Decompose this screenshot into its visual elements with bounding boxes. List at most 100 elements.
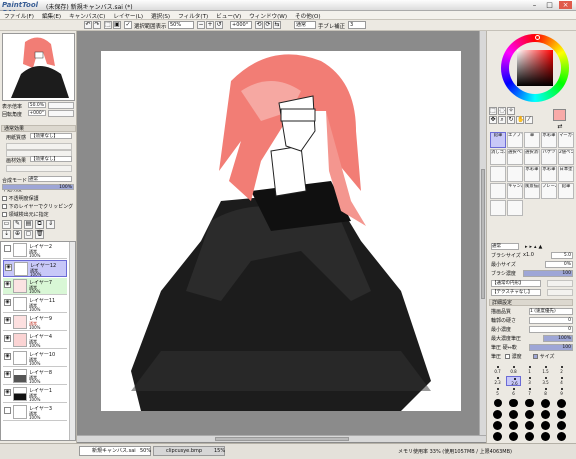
brush-min-field[interactable]: 0% (545, 261, 573, 268)
size-preset[interactable]: 7 (522, 387, 537, 397)
brush-texture-select[interactable]: 【テクスチャなし】 (491, 289, 541, 296)
size-preset[interactable]: 2.3 (490, 376, 505, 386)
ref-option[interactable]: 領域検出元に指定 (2, 211, 49, 218)
detail-header[interactable]: 詳細設定 (489, 299, 573, 306)
brush-mode-select[interactable]: 通常 (491, 243, 519, 250)
menu-filter[interactable]: フィルタ(T) (174, 11, 212, 20)
menu-layer[interactable]: レイヤー(L) (109, 11, 147, 20)
pressure-slider[interactable]: 100 (529, 344, 573, 351)
texture-scale-slider[interactable] (6, 143, 72, 150)
size-preset[interactable] (554, 398, 569, 408)
opacity-slider[interactable]: 100% (2, 184, 74, 190)
size-preset[interactable] (538, 409, 553, 419)
clip-option[interactable]: 下のレイヤーでクリッピング (2, 203, 73, 210)
tool-button[interactable]: 鉛筆 (490, 132, 506, 148)
size-preset[interactable] (506, 398, 521, 408)
stabilizer-select[interactable]: 3 (348, 21, 366, 29)
tool-button[interactable]: キャンパス (507, 183, 523, 199)
minimize-button[interactable]: – (528, 1, 541, 9)
tool-button[interactable]: 選択ペン (507, 149, 523, 165)
current-color-swatch[interactable] (553, 109, 566, 121)
undo-icon[interactable]: ↶ (84, 21, 92, 29)
visibility-toggle[interactable]: ◉ (5, 264, 12, 271)
size-preset[interactable] (506, 420, 521, 430)
brush-shape-icons[interactable]: ▸▸▴▲ (525, 244, 544, 250)
tool-button[interactable] (490, 183, 506, 199)
canvas-paper[interactable] (101, 51, 461, 411)
tool-button[interactable]: マーカー (558, 132, 574, 148)
clear-layer-icon[interactable]: ▢ (24, 230, 33, 239)
size-preset[interactable]: 9 (554, 387, 569, 397)
copy-layer-icon[interactable]: ⧉ (35, 220, 44, 229)
size-preset[interactable] (490, 409, 505, 419)
brush-size-field[interactable]: 5.0 (551, 252, 573, 259)
tool-button[interactable]: 水彩筆 (541, 166, 557, 182)
nav-zoom-buttons[interactable] (48, 102, 74, 109)
tool-button[interactable]: 日本塗 (558, 166, 574, 182)
visibility-toggle[interactable] (4, 245, 11, 252)
size-preset[interactable] (490, 398, 505, 408)
menu-edit[interactable]: 編集(E) (38, 11, 65, 20)
size-preset[interactable] (554, 431, 569, 441)
move-icon[interactable]: ✥ (489, 116, 497, 124)
zoom-select[interactable]: 50% (168, 21, 194, 29)
rotation-select[interactable]: +000° (230, 21, 252, 29)
tool-button[interactable]: 筆 (524, 132, 540, 148)
size-preset[interactable]: 0.8 (506, 365, 521, 375)
menu-view[interactable]: ビュー(V) (212, 11, 245, 20)
layer-row[interactable]: ◉ レイヤー4 通常 100% (3, 332, 67, 349)
size-preset[interactable] (554, 420, 569, 430)
layer-row[interactable]: レイヤー3 通常 100% (3, 404, 67, 421)
quality-select[interactable]: 1 (速度優先) (529, 308, 573, 315)
redo-icon[interactable]: ↷ (93, 21, 101, 29)
visibility-toggle[interactable]: ◉ (4, 281, 11, 288)
tool-button[interactable]: 鉛筆 (558, 183, 574, 199)
tool-button[interactable]: 水彩筆 (541, 132, 557, 148)
tool-button[interactable] (507, 166, 523, 182)
wand-icon[interactable]: ✧ (507, 107, 515, 115)
size-preset[interactable] (538, 398, 553, 408)
tool-button[interactable]: バケツ (541, 149, 557, 165)
brush-shape-select[interactable]: 【通常の円形】 (491, 280, 541, 287)
visibility-toggle[interactable]: ◉ (4, 371, 11, 378)
transfer-icon[interactable]: ⇣ (2, 230, 11, 239)
menu-window[interactable]: ウィンドウ(W) (245, 11, 291, 20)
effect-strength-slider[interactable] (6, 165, 72, 172)
size-preset[interactable] (506, 409, 521, 419)
lasso-icon[interactable]: ◌ (498, 107, 506, 115)
close-button[interactable]: × (559, 1, 572, 9)
layer-row[interactable]: ◉ レイヤー1 通常 100% (3, 386, 67, 403)
visibility-toggle[interactable]: ◉ (4, 389, 11, 396)
tool-button[interactable]: 風景描画 (524, 183, 540, 199)
tool-button[interactable]: 水彩筆 (524, 166, 540, 182)
delete-layer-icon[interactable]: 🗑 (35, 230, 44, 239)
tool-button[interactable]: 消しゴム (490, 149, 506, 165)
swap-colors-icon[interactable]: ⇄ (551, 123, 569, 132)
size-preset[interactable] (522, 398, 537, 408)
effects-header[interactable]: 通常効果 (1, 125, 76, 132)
nav-angle-buttons[interactable] (48, 110, 74, 117)
merge-down-icon[interactable]: ⇓ (46, 220, 55, 229)
size-preset[interactable] (522, 409, 537, 419)
canvas-h-scrollbar[interactable] (77, 435, 486, 442)
effect-select[interactable]: 【効果なし】 (30, 156, 72, 162)
new-folder-icon[interactable]: ▤ (24, 220, 33, 229)
size-preset[interactable] (506, 431, 521, 441)
menu-other[interactable]: その他(O) (291, 11, 325, 20)
visibility-toggle[interactable] (4, 407, 11, 414)
texture-select[interactable]: 【効果なし】 (30, 133, 72, 139)
size-preset[interactable]: 3.5 (538, 376, 553, 386)
size-preset[interactable] (522, 420, 537, 430)
nav-angle-field[interactable]: +000° (28, 110, 46, 116)
new-linework-icon[interactable]: ✎ (13, 220, 22, 229)
hue-marker[interactable] (535, 35, 540, 40)
layer-row[interactable]: ◉ レイヤー9 通常 100% (3, 314, 67, 331)
hand-icon[interactable]: ✋ (516, 116, 524, 124)
tool-button[interactable]: エアブラシ (507, 132, 523, 148)
canvas-area[interactable] (77, 31, 486, 443)
zoom-out-icon[interactable]: − (197, 21, 205, 29)
brush-texture-strength[interactable] (547, 289, 573, 296)
size-preset[interactable] (490, 431, 505, 441)
visibility-toggle[interactable]: ◉ (4, 299, 11, 306)
v-scroll-thumb[interactable] (481, 169, 485, 299)
